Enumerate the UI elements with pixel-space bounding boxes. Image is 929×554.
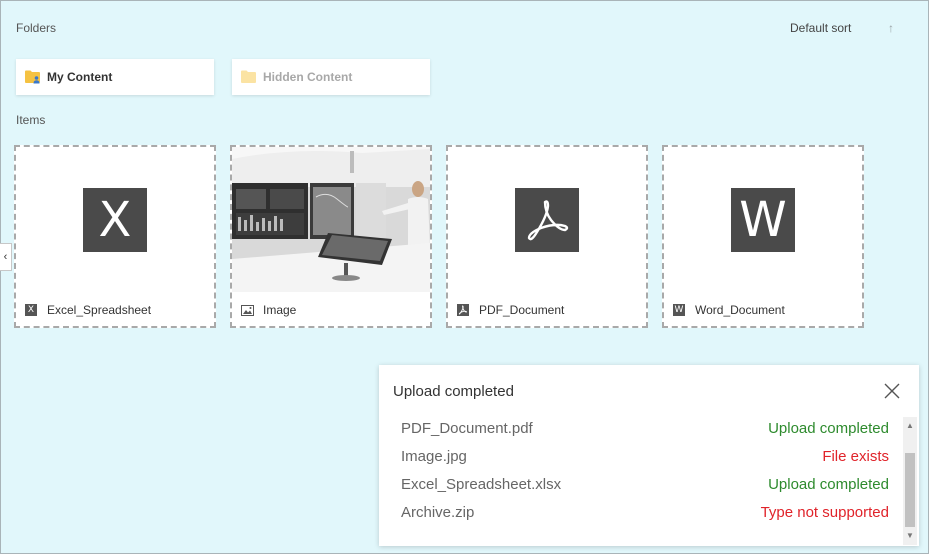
upload-panel-title: Upload completed (393, 383, 514, 400)
folder-icon (241, 70, 256, 83)
item-caption: Image (241, 303, 296, 317)
upload-row: Archive.zip Type not supported (401, 501, 889, 523)
control-room-photo (232, 147, 430, 292)
item-caption: W Word_Document (673, 303, 785, 317)
item-preview: W (664, 147, 862, 292)
pdf-icon (515, 187, 579, 252)
upload-file-name: Archive.zip (401, 503, 475, 521)
folders-label: Folders (16, 21, 57, 35)
item-tile-pdf[interactable]: PDF_Document (446, 145, 648, 328)
upload-file-status: Type not supported (760, 503, 889, 521)
arrow-up-icon[interactable]: ↑ (884, 18, 898, 38)
item-name: Image (263, 303, 297, 317)
item-name: Word_Document (695, 303, 785, 317)
item-caption: X Excel_Spreadsheet (25, 303, 151, 317)
upload-row: Image.jpg File exists (401, 445, 889, 467)
upload-file-status: File exists (822, 447, 889, 465)
items-label: Items (16, 113, 46, 127)
excel-icon: X (25, 304, 37, 316)
excel-icon: X (83, 187, 147, 252)
sort-dropdown[interactable]: Default sort (790, 21, 851, 35)
pdf-icon (457, 304, 469, 316)
upload-file-status: Upload completed (768, 475, 889, 493)
upload-list-scrollbar[interactable]: ▲ ▼ (903, 417, 917, 545)
folder-label: My Content (47, 70, 113, 84)
image-icon (241, 304, 254, 316)
item-preview: X (16, 147, 214, 292)
upload-file-list[interactable]: PDF_Document.pdf Upload completed Image.… (379, 417, 902, 541)
scroll-down-icon[interactable]: ▼ (903, 529, 917, 543)
word-icon: W (731, 187, 795, 252)
item-preview (448, 147, 646, 292)
upload-file-status: Upload completed (768, 419, 889, 437)
word-icon: W (673, 304, 685, 316)
folder-label: Hidden Content (263, 70, 353, 84)
upload-file-name: Image.jpg (401, 447, 467, 465)
upload-file-name: PDF_Document.pdf (401, 419, 533, 437)
item-tile-excel[interactable]: X X Excel_Spreadsheet (14, 145, 216, 328)
upload-row: PDF_Document.pdf Upload completed (401, 417, 889, 439)
chevron-left-icon[interactable]: ‹ (0, 243, 12, 271)
item-tile-image[interactable]: Image (230, 145, 432, 328)
upload-status-panel: Upload completed PDF_Document.pdf Upload… (379, 365, 919, 546)
folder-my-content[interactable]: My Content (16, 59, 214, 95)
item-caption: PDF_Document (457, 303, 564, 317)
scroll-up-icon[interactable]: ▲ (903, 419, 917, 433)
item-name: Excel_Spreadsheet (47, 303, 152, 317)
folder-user-icon (25, 70, 40, 84)
upload-file-name: Excel_Spreadsheet.xlsx (401, 475, 562, 493)
item-tile-word[interactable]: W W Word_Document (662, 145, 864, 328)
close-icon[interactable] (884, 383, 900, 399)
item-name: PDF_Document (479, 303, 565, 317)
item-preview-image (232, 147, 430, 292)
upload-row: Excel_Spreadsheet.xlsx Upload completed (401, 473, 889, 495)
scrollbar-thumb[interactable] (905, 453, 915, 527)
folder-hidden-content[interactable]: Hidden Content (232, 59, 430, 95)
